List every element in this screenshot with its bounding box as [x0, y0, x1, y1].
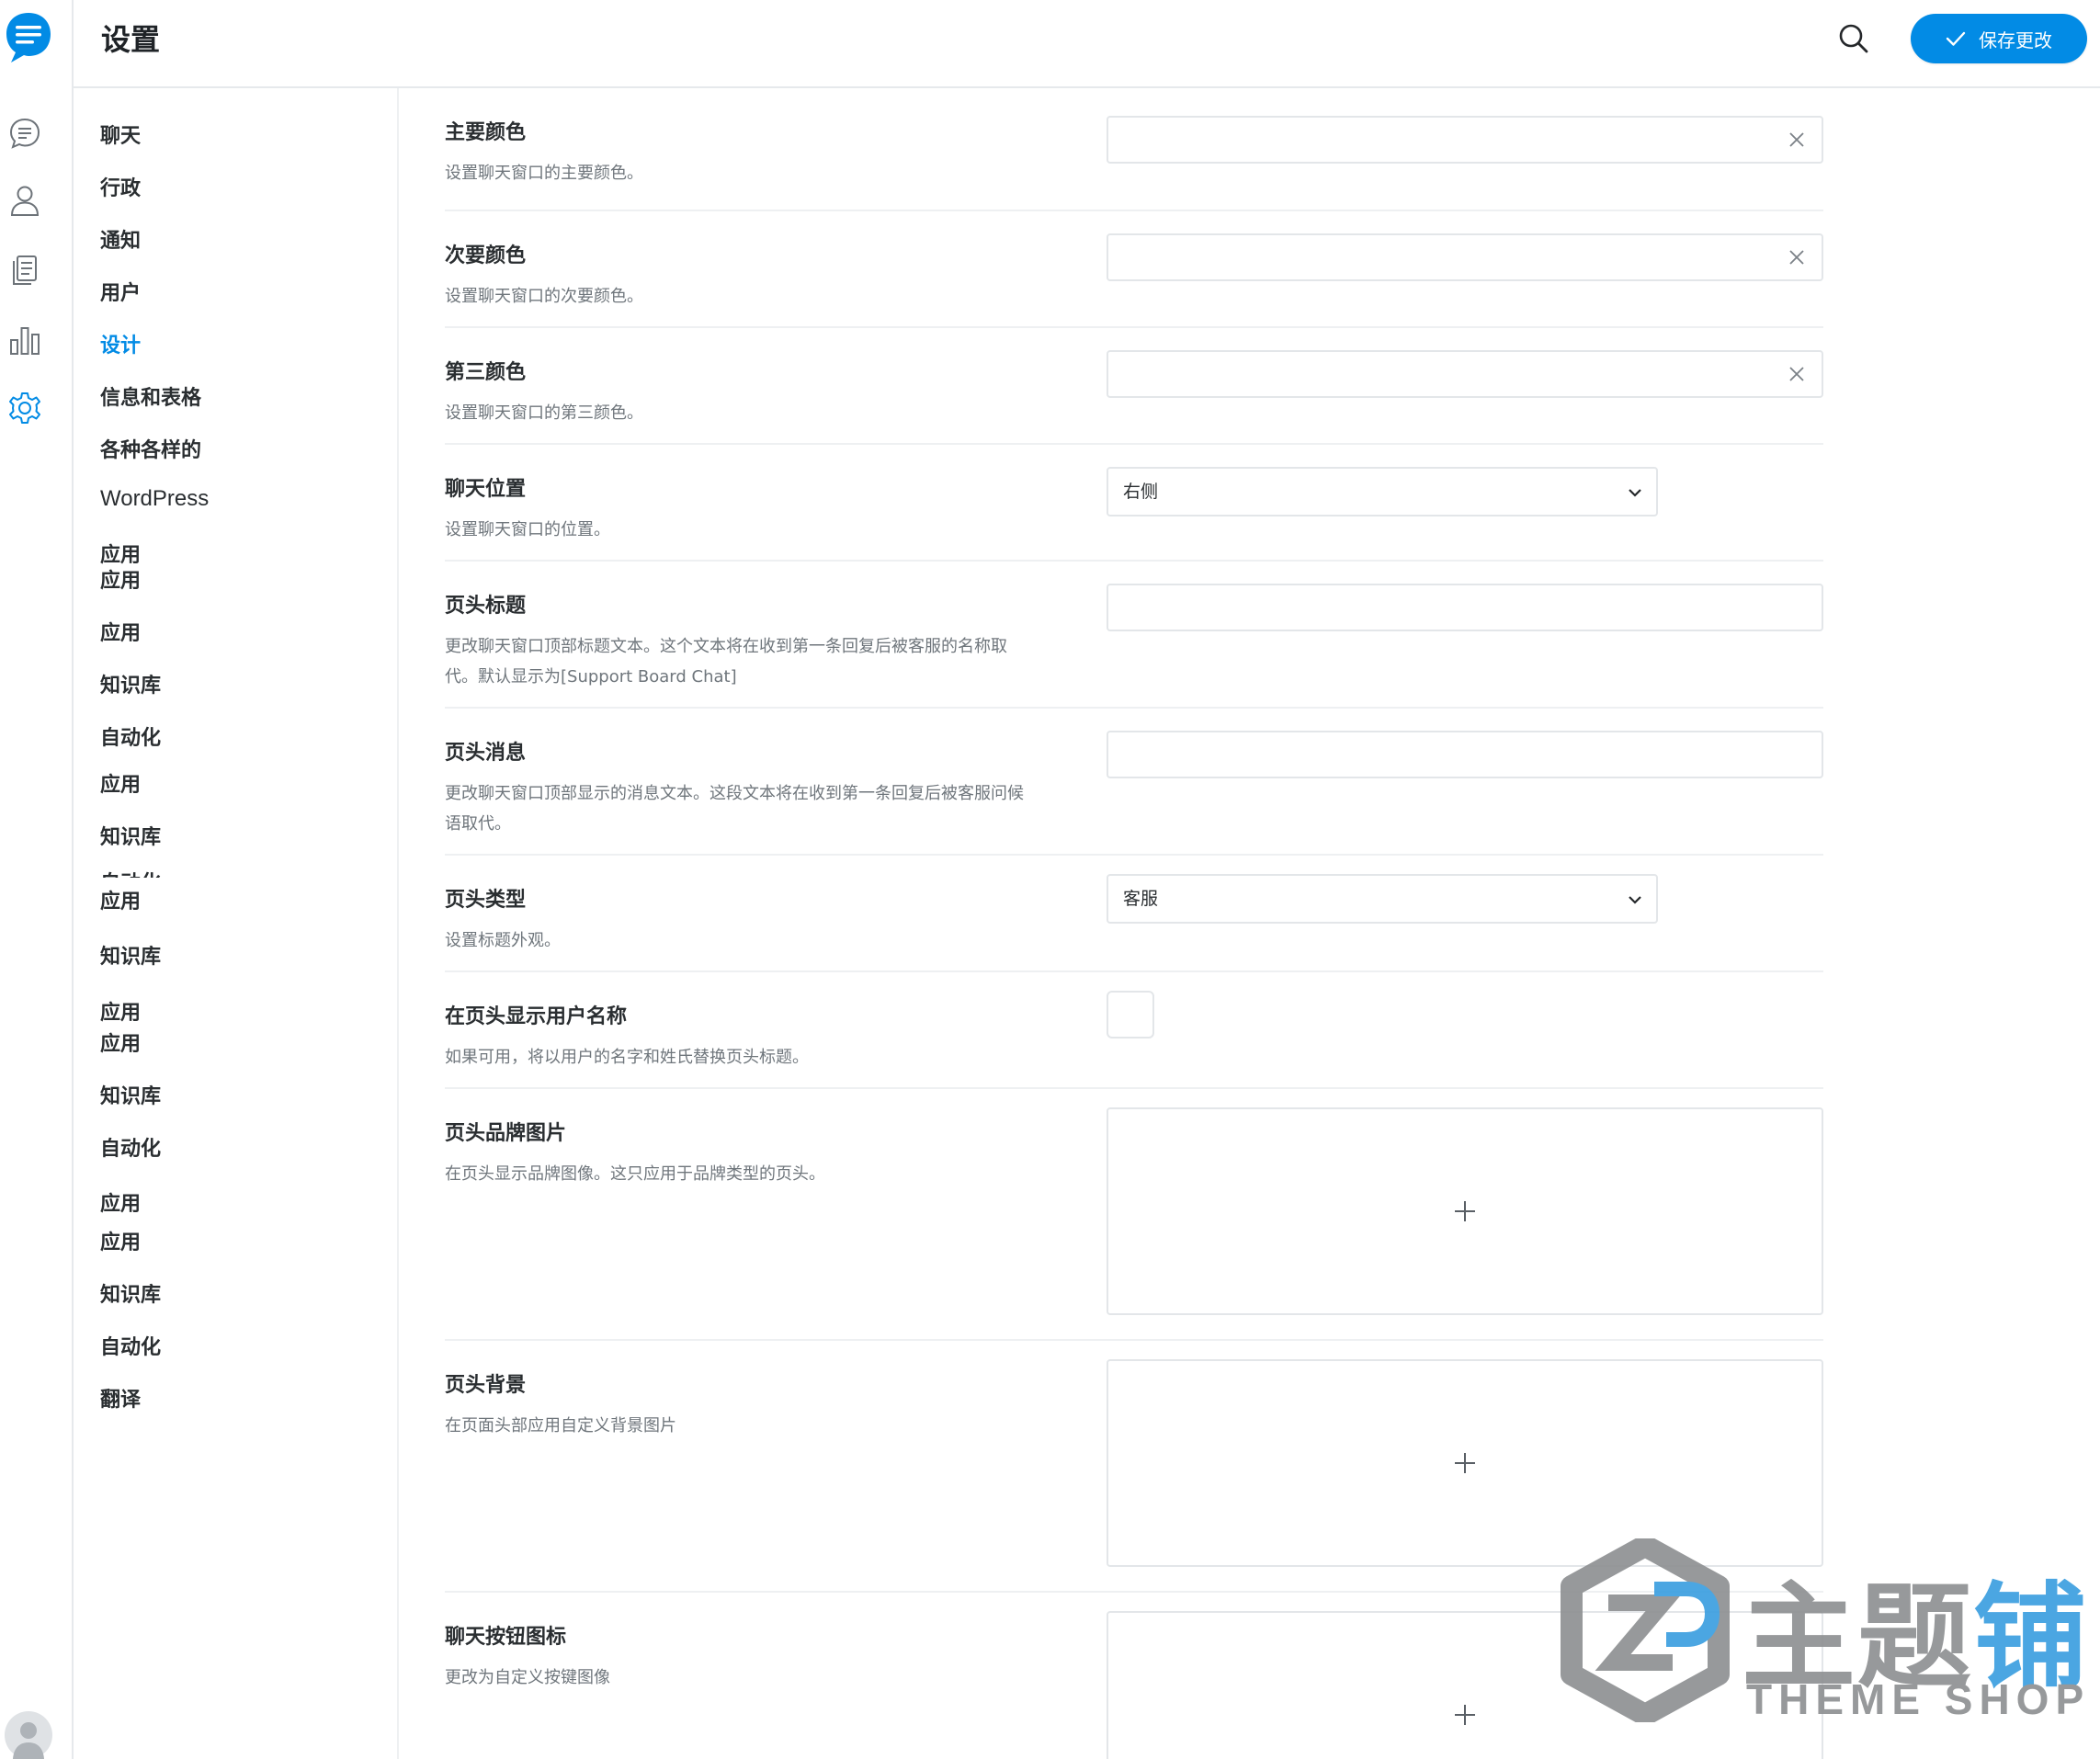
- setting-header-title: 页头标题 更改聊天窗口顶部标题文本。这个文本将在收到第一条回复后被客服的名称取代…: [445, 562, 1823, 709]
- submenu-item-automation[interactable]: 自动化: [100, 1132, 161, 1162]
- settings-submenu: 聊天 行政 通知 用户 设计 信息和表格 各种各样的 WordPress 应用 …: [74, 88, 399, 1759]
- setting-chat-position: 聊天位置 设置聊天窗口的位置。 右侧: [445, 445, 1823, 562]
- check-icon: [1946, 31, 1966, 46]
- watermark-en-text: THEME SHOP: [1746, 1675, 2091, 1723]
- submenu-item-automation[interactable]: 自动化: [100, 867, 161, 878]
- submenu-item-users[interactable]: 用户: [100, 277, 141, 306]
- watermark-logo-icon: [1561, 1538, 1730, 1722]
- setting-title: 主要颜色: [445, 121, 527, 144]
- setting-title: 第三颜色: [445, 361, 527, 384]
- users-icon[interactable]: [8, 184, 41, 217]
- submenu-item-apps[interactable]: 应用: [100, 1187, 141, 1217]
- setting-title: 页头类型: [445, 889, 527, 912]
- setting-header-brand-image: 页头品牌图片 在页头显示品牌图像。这只应用于品牌类型的页头。: [445, 1089, 1823, 1341]
- settings-panel: 主要颜色 设置聊天窗口的主要颜色。 次要颜色 设置聊天窗口的次要颜色。 第三颜色…: [445, 88, 1823, 1759]
- submenu-item-wordpress[interactable]: WordPress: [100, 486, 209, 512]
- user-avatar[interactable]: [5, 1711, 52, 1759]
- header-type-select[interactable]: 客服: [1107, 874, 1658, 924]
- submenu-item-automation[interactable]: 自动化: [100, 1331, 161, 1360]
- submenu-item-notifications[interactable]: 通知: [100, 224, 141, 254]
- submenu-item-knowledge-base[interactable]: 知识库: [100, 940, 161, 970]
- submenu-item-translations[interactable]: 翻译: [100, 1383, 141, 1413]
- setting-secondary-color: 次要颜色 设置聊天窗口的次要颜色。: [445, 211, 1823, 328]
- setting-description: 设置聊天窗口的位置。: [445, 520, 610, 539]
- watermark: 主题铺 THEME SHOP: [1558, 1537, 2087, 1730]
- setting-title: 次要颜色: [445, 244, 527, 267]
- plus-icon: [1455, 1201, 1475, 1221]
- submenu-item-knowledge-base[interactable]: 知识库: [100, 1278, 161, 1308]
- clear-icon[interactable]: [1788, 249, 1805, 266]
- setting-description: 更改聊天窗口顶部显示的消息文本。这段文本将在收到第一条回复后被客服问候语取代。: [445, 784, 1024, 834]
- conversations-icon[interactable]: [8, 117, 41, 150]
- submenu-item-apps[interactable]: 应用: [100, 1027, 141, 1057]
- setting-description: 设置标题外观。: [445, 931, 561, 950]
- setting-description: 更改为自定义按键图像: [445, 1668, 610, 1687]
- tertiary-color-input[interactable]: [1107, 350, 1823, 398]
- save-changes-button[interactable]: 保存更改: [1911, 14, 2087, 63]
- plus-icon: [1455, 1705, 1475, 1725]
- setting-title: 聊天位置: [445, 478, 527, 501]
- chat-logo-icon[interactable]: [4, 9, 53, 64]
- header-title-input[interactable]: [1107, 584, 1823, 631]
- setting-title: 聊天按钮图标: [445, 1626, 567, 1649]
- setting-header-user-name: 在页头显示用户名称 如果可用，将以用户的名字和姓氏替换页头标题。: [445, 972, 1823, 1089]
- setting-header-type: 页头类型 设置标题外观。 客服: [445, 856, 1823, 972]
- setting-description: 在页面头部应用自定义背景图片: [445, 1416, 676, 1436]
- articles-icon[interactable]: [8, 254, 41, 287]
- header-brand-image-upload[interactable]: [1107, 1107, 1823, 1315]
- settings-icon[interactable]: [8, 392, 41, 425]
- setting-title: 在页头显示用户名称: [445, 1005, 628, 1028]
- clear-icon[interactable]: [1788, 366, 1805, 382]
- setting-description: 设置聊天窗口的次要颜色。: [445, 287, 643, 306]
- setting-header-message: 页头消息 更改聊天窗口顶部显示的消息文本。这段文本将在收到第一条回复后被客服问候…: [445, 709, 1823, 856]
- setting-primary-color: 主要颜色 设置聊天窗口的主要颜色。: [445, 88, 1823, 211]
- clear-icon[interactable]: [1788, 131, 1805, 148]
- setting-tertiary-color: 第三颜色 设置聊天窗口的第三颜色。: [445, 328, 1823, 445]
- chevron-down-icon: [1629, 489, 1641, 497]
- setting-title: 页头标题: [445, 595, 527, 618]
- submenu-item-apps[interactable]: 应用: [100, 768, 141, 798]
- submenu-item-knowledge-base[interactable]: 知识库: [100, 669, 161, 698]
- submenu-item-design[interactable]: 设计: [100, 329, 141, 358]
- submenu-item-admin[interactable]: 行政: [100, 172, 141, 201]
- setting-description: 在页头显示品牌图像。这只应用于品牌类型的页头。: [445, 1164, 825, 1184]
- setting-description: 如果可用，将以用户的名字和姓氏替换页头标题。: [445, 1048, 809, 1067]
- setting-description: 设置聊天窗口的主要颜色。: [445, 164, 643, 183]
- submenu-item-messages-forms[interactable]: 信息和表格: [100, 381, 201, 411]
- header-message-input[interactable]: [1107, 731, 1823, 778]
- header-user-name-checkbox[interactable]: [1107, 991, 1154, 1038]
- chevron-down-icon: [1629, 896, 1641, 904]
- icon-rail: [0, 0, 74, 1759]
- submenu-item-apps[interactable]: 应用: [100, 996, 141, 1026]
- select-value: 客服: [1123, 889, 1159, 909]
- secondary-color-input[interactable]: [1107, 233, 1823, 281]
- submenu-item-knowledge-base[interactable]: 知识库: [100, 821, 161, 850]
- reports-icon[interactable]: [8, 323, 41, 357]
- submenu-item-apps[interactable]: 应用: [100, 1226, 141, 1255]
- search-icon[interactable]: [1837, 22, 1870, 55]
- setting-title: 页头消息: [445, 742, 527, 765]
- top-header: 设置 保存更改: [74, 0, 2100, 88]
- setting-title: 页头背景: [445, 1374, 527, 1397]
- page-title: 设置: [101, 22, 161, 57]
- setting-title: 页头品牌图片: [445, 1122, 567, 1145]
- plus-icon: [1455, 1453, 1475, 1473]
- submenu-item-knowledge-base[interactable]: 知识库: [100, 1080, 161, 1109]
- setting-description: 设置聊天窗口的第三颜色。: [445, 403, 643, 423]
- setting-description: 更改聊天窗口顶部标题文本。这个文本将在收到第一条回复后被客服的名称取代。默认显示…: [445, 637, 1007, 687]
- submenu-item-chat[interactable]: 聊天: [100, 119, 141, 149]
- submenu-item-apps[interactable]: 应用: [100, 885, 141, 914]
- submenu-item-apps[interactable]: 应用: [100, 617, 141, 646]
- submenu-item-automation[interactable]: 自动化: [100, 721, 161, 751]
- select-value: 右侧: [1123, 482, 1159, 502]
- submenu-item-apps[interactable]: 应用: [100, 564, 141, 594]
- primary-color-input[interactable]: [1107, 116, 1823, 164]
- submenu-item-miscellaneous[interactable]: 各种各样的: [100, 434, 201, 463]
- save-button-label: 保存更改: [1979, 28, 2052, 51]
- chat-position-select[interactable]: 右侧: [1107, 467, 1658, 516]
